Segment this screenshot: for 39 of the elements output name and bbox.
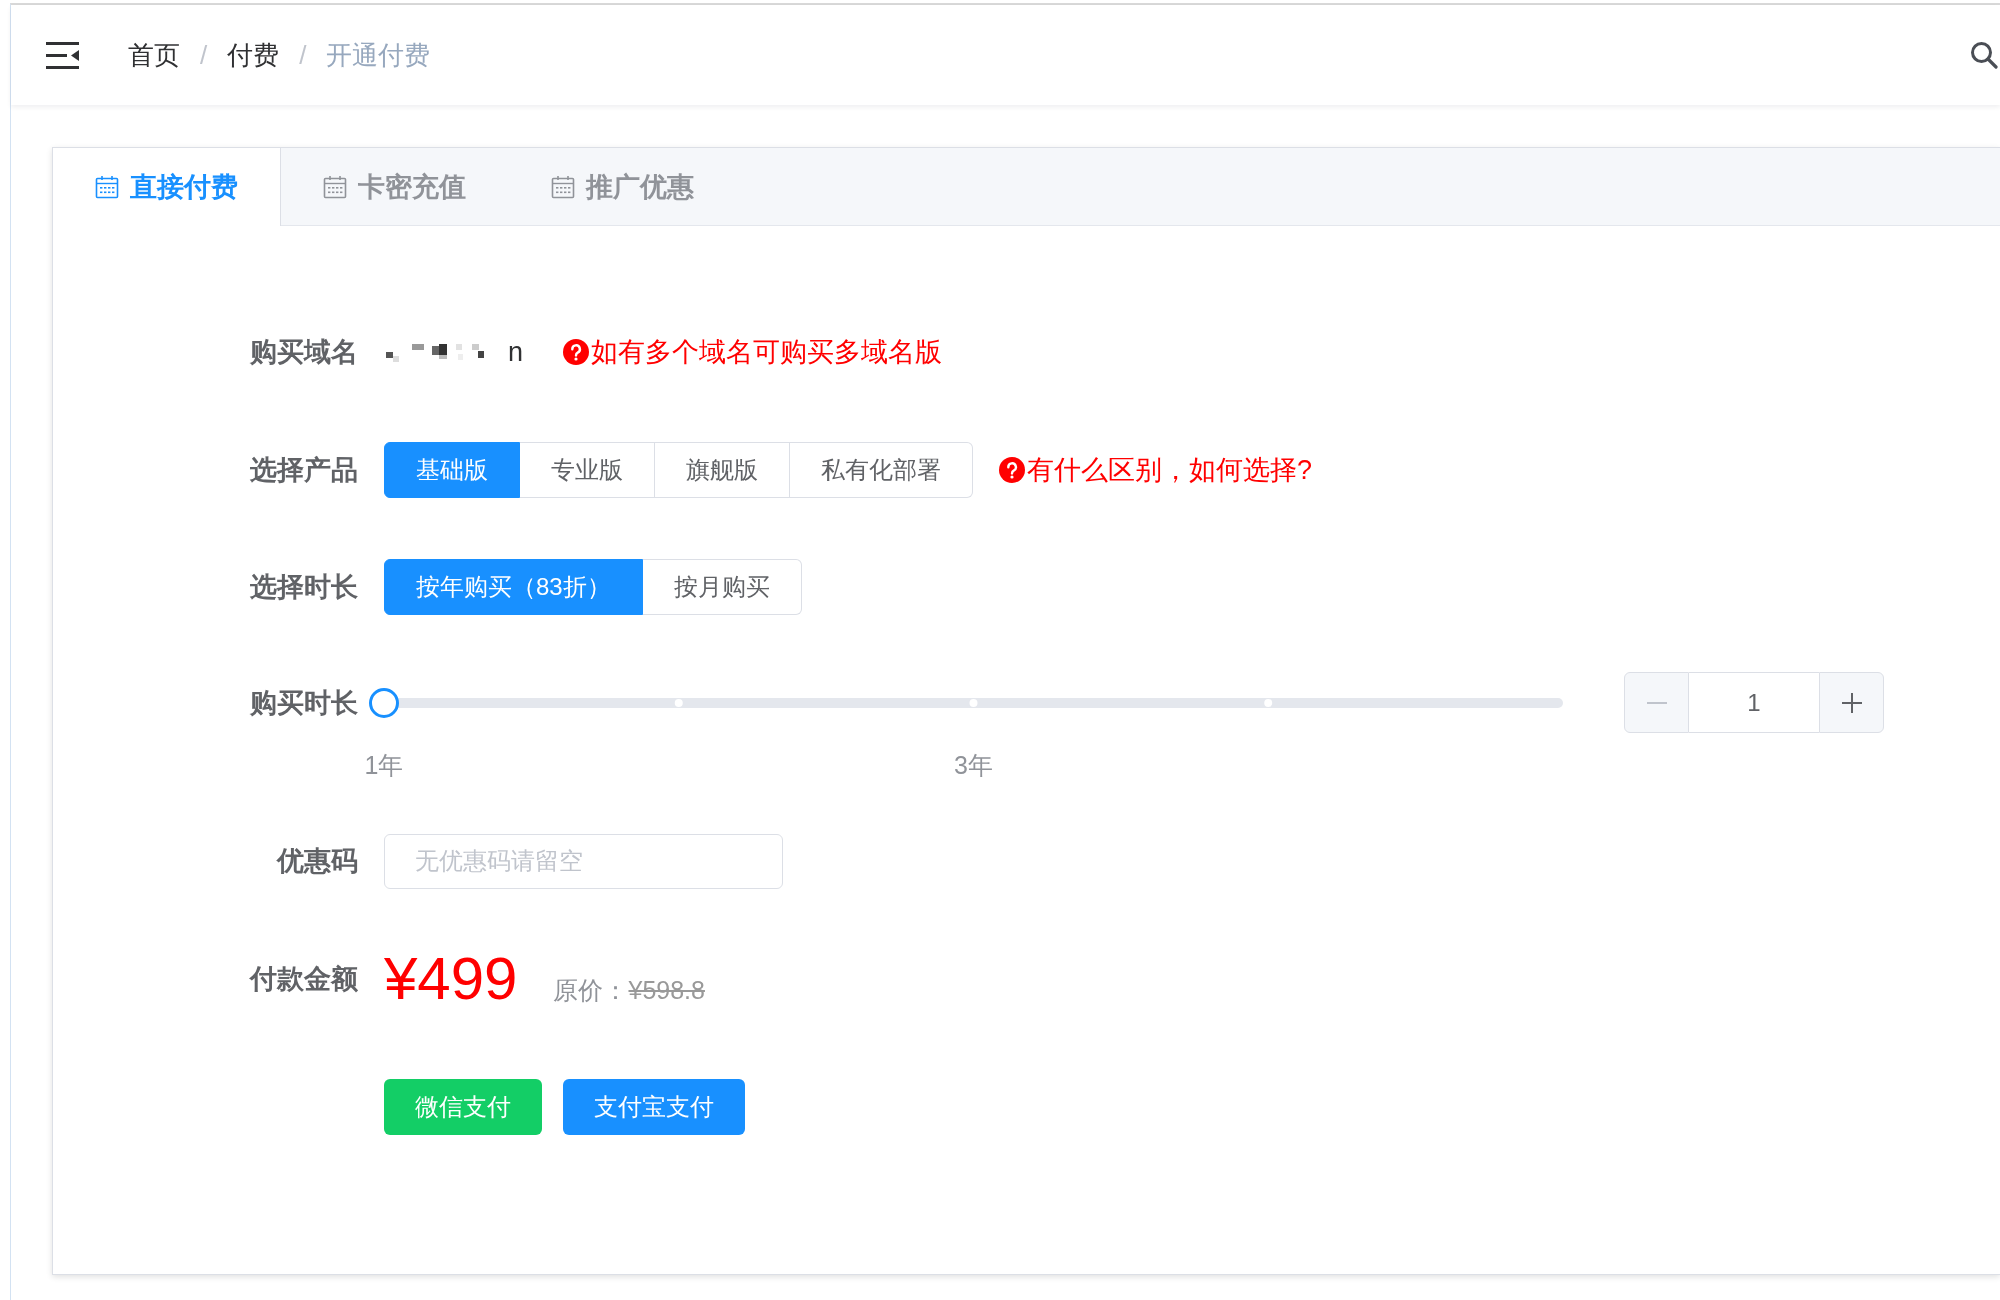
calendar-icon xyxy=(95,175,119,199)
minus-icon xyxy=(1646,701,1667,704)
question-circle-icon xyxy=(999,457,1025,483)
radio-button[interactable]: 按月购买 xyxy=(642,559,802,615)
coupon-input[interactable]: 无优惠码请留空 xyxy=(384,833,783,889)
pay-button[interactable]: 支付宝支付 xyxy=(563,1079,745,1135)
tab[interactable]: 直接付费 xyxy=(53,148,281,226)
radio-button[interactable]: 私有化部署 xyxy=(790,442,973,498)
form-label: 选择产品 xyxy=(249,454,359,487)
menu-fold-icon[interactable] xyxy=(46,41,79,69)
breadcrumb-link[interactable]: 付费 xyxy=(227,37,280,73)
form-label: 购买时长 xyxy=(249,686,359,720)
original-price-label: 原价： xyxy=(553,975,629,1006)
price-amount: ¥499 xyxy=(384,949,518,1009)
radio-button[interactable]: 按年购买（83折） xyxy=(384,559,643,615)
domain-text: n xyxy=(508,336,524,368)
calendar-icon xyxy=(323,175,347,199)
breadcrumb-current: 开通付费 xyxy=(326,38,431,72)
search-icon[interactable] xyxy=(1970,41,1998,69)
radio-button[interactable]: 旗舰版 xyxy=(655,442,790,498)
form-label: 优惠码 xyxy=(275,845,359,878)
hint-text: 如有多个域名可购买多域名版 xyxy=(591,336,943,369)
form-label: 付款金额 xyxy=(248,963,359,996)
breadcrumb-separator: / xyxy=(200,39,208,71)
breadcrumb-link[interactable]: 首页 xyxy=(128,37,180,73)
question-circle-icon xyxy=(563,339,590,365)
breadcrumb-separator: / xyxy=(299,39,307,71)
form-label: 选择时长 xyxy=(249,571,359,604)
slider-handle[interactable] xyxy=(369,687,399,718)
form-label: 购买域名 xyxy=(249,336,359,369)
slider-mark-label: 3年 xyxy=(954,749,993,781)
radio-button[interactable]: 专业版 xyxy=(520,442,655,498)
calendar-icon xyxy=(551,175,575,199)
original-price: ¥598.8 xyxy=(628,976,705,1005)
quantity-field[interactable]: 1 xyxy=(1689,672,1819,733)
slider-mark-label: 1年 xyxy=(364,749,404,781)
hint-text: 有什么区别，如何选择? xyxy=(1027,454,1313,487)
radio-button[interactable]: 基础版 xyxy=(384,442,520,498)
plus-icon xyxy=(1841,692,1862,713)
